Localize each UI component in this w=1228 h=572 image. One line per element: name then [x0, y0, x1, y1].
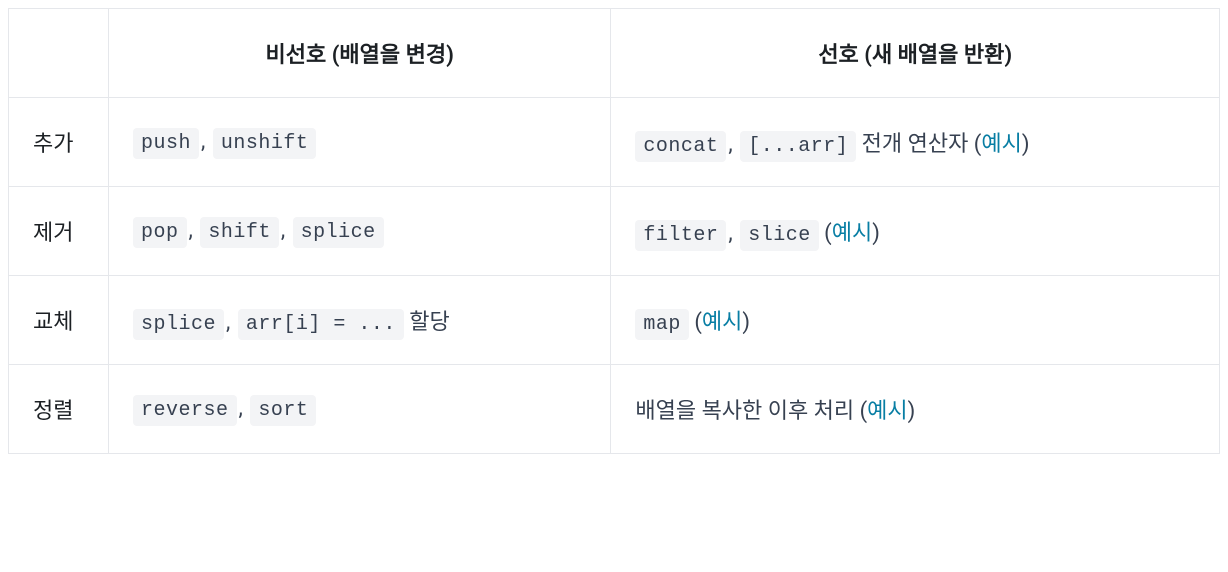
cell-suffix-text: 할당	[404, 310, 450, 335]
code-separator: ,	[728, 221, 738, 246]
avoid-cell: pop, shift, splice	[109, 187, 611, 276]
cell-suffix-text: 전개 연산자 (	[856, 132, 981, 157]
code-token: filter	[635, 220, 726, 251]
header-empty	[9, 9, 109, 98]
code-separator: ,	[189, 218, 199, 243]
table-row: 정렬reverse, sort배열을 복사한 이후 처리 (예시)	[9, 365, 1220, 454]
example-link[interactable]: 예시	[832, 221, 872, 246]
array-methods-table: 비선호 (배열을 변경) 선호 (새 배열을 반환) 추가push, unshi…	[8, 8, 1220, 454]
code-token: shift	[200, 217, 279, 248]
prefer-cell: concat, [...arr] 전개 연산자 (예시)	[611, 98, 1220, 187]
table-row: 추가push, unshiftconcat, [...arr] 전개 연산자 (…	[9, 98, 1220, 187]
code-token: splice	[133, 309, 224, 340]
code-token: push	[133, 128, 199, 159]
code-separator: ,	[728, 132, 738, 157]
cell-after-link-text: )	[908, 399, 916, 424]
table-row: 교체splice, arr[i] = ... 할당map (예시)	[9, 276, 1220, 365]
avoid-cell: push, unshift	[109, 98, 611, 187]
cell-prefix-text: 배열을 복사한 이후 처리 (	[635, 399, 867, 424]
example-link[interactable]: 예시	[981, 132, 1021, 157]
cell-after-link-text: )	[742, 310, 750, 335]
example-link[interactable]: 예시	[867, 399, 907, 424]
code-separator: ,	[281, 218, 291, 243]
code-token: reverse	[133, 395, 237, 426]
code-separator: ,	[201, 129, 211, 154]
code-token: slice	[740, 220, 819, 251]
row-label: 추가	[9, 98, 109, 187]
code-token: unshift	[213, 128, 317, 159]
code-token: splice	[293, 217, 384, 248]
code-token: arr[i] = ...	[238, 309, 404, 340]
code-token: concat	[635, 131, 726, 162]
prefer-cell: filter, slice (예시)	[611, 187, 1220, 276]
avoid-cell: reverse, sort	[109, 365, 611, 454]
code-token: pop	[133, 217, 187, 248]
cell-after-link-text: )	[872, 221, 880, 246]
row-label: 정렬	[9, 365, 109, 454]
prefer-cell: 배열을 복사한 이후 처리 (예시)	[611, 365, 1220, 454]
header-avoid: 비선호 (배열을 변경)	[109, 9, 611, 98]
code-token: sort	[250, 395, 316, 426]
prefer-cell: map (예시)	[611, 276, 1220, 365]
table-header-row: 비선호 (배열을 변경) 선호 (새 배열을 반환)	[9, 9, 1220, 98]
header-prefer: 선호 (새 배열을 반환)	[611, 9, 1220, 98]
code-token: map	[635, 309, 689, 340]
row-label: 교체	[9, 276, 109, 365]
cell-suffix-text: (	[819, 221, 832, 246]
code-token: [...arr]	[740, 131, 856, 162]
avoid-cell: splice, arr[i] = ... 할당	[109, 276, 611, 365]
cell-after-link-text: )	[1022, 132, 1030, 157]
row-label: 제거	[9, 187, 109, 276]
table-row: 제거pop, shift, splicefilter, slice (예시)	[9, 187, 1220, 276]
cell-suffix-text: (	[689, 310, 702, 335]
code-separator: ,	[226, 310, 236, 335]
example-link[interactable]: 예시	[702, 310, 742, 335]
code-separator: ,	[239, 396, 249, 421]
